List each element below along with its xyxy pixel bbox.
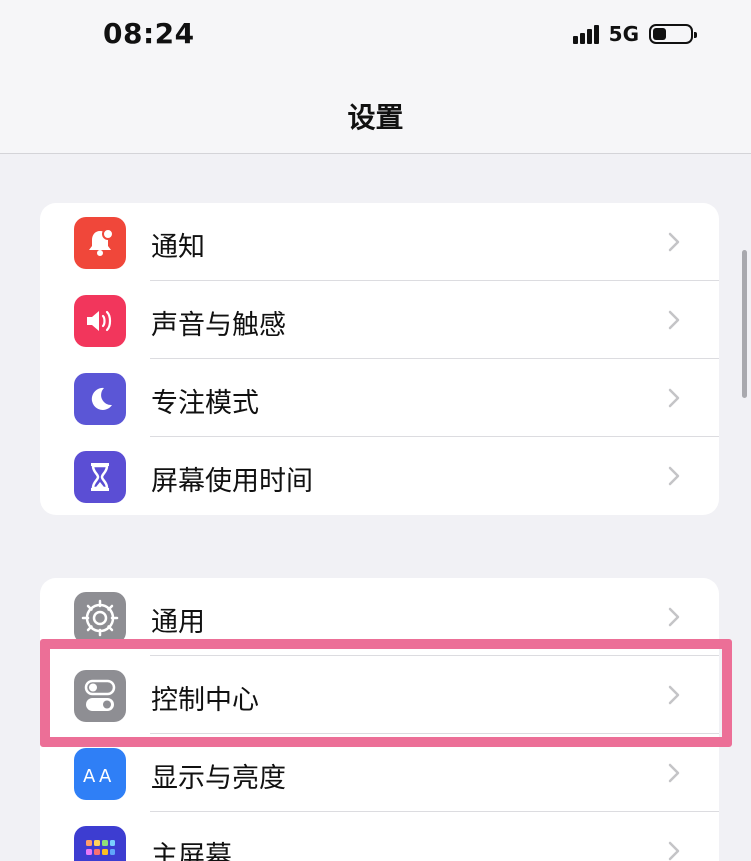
settings-row-display-brightness[interactable]: A A 显示与亮度 xyxy=(40,734,719,812)
settings-row-sounds-haptics[interactable]: 声音与触感 xyxy=(40,281,719,359)
chevron-right-icon xyxy=(668,685,680,705)
text-size-icon: A A xyxy=(74,748,126,800)
hourglass-icon xyxy=(74,451,126,503)
row-label: 通用 xyxy=(151,607,205,638)
battery-fill xyxy=(653,28,666,40)
scroll-indicator[interactable] xyxy=(742,250,747,398)
status-bar: 08:24 5G xyxy=(0,0,751,70)
signal-strength-icon xyxy=(572,24,599,44)
chevron-right-icon xyxy=(668,388,680,408)
notification-icon xyxy=(74,217,126,269)
network-type-label: 5G xyxy=(608,22,639,46)
svg-text:A: A xyxy=(83,766,96,787)
speaker-icon xyxy=(74,295,126,347)
settings-row-notifications[interactable]: 通知 xyxy=(40,203,719,281)
settings-row-screen-time[interactable]: 屏幕使用时间 xyxy=(40,437,719,515)
settings-row-home-screen[interactable]: 主屏幕 xyxy=(40,812,719,861)
svg-text:A: A xyxy=(99,766,112,787)
row-label: 屏幕使用时间 xyxy=(151,466,313,497)
settings-group-2: 通用 控制中心 A A 显示与亮度 主屏幕 xyxy=(40,578,719,861)
row-label: 通知 xyxy=(151,232,205,263)
settings-group-1: 通知 声音与触感 专注模式 屏幕使用时间 xyxy=(40,203,719,515)
toggle-switches-icon xyxy=(74,670,126,722)
row-label: 声音与触感 xyxy=(151,310,286,341)
settings-row-control-center[interactable]: 控制中心 xyxy=(40,656,719,734)
row-label: 专注模式 xyxy=(151,388,259,419)
row-label: 显示与亮度 xyxy=(151,763,286,794)
battery-icon xyxy=(649,24,697,44)
chevron-right-icon xyxy=(668,310,680,330)
settings-row-general[interactable]: 通用 xyxy=(40,578,719,656)
home-screen-icon xyxy=(74,826,126,861)
status-indicators: 5G xyxy=(572,20,697,48)
chevron-right-icon xyxy=(668,841,680,861)
chevron-right-icon xyxy=(668,763,680,783)
status-time: 08:24 xyxy=(103,17,195,50)
row-label: 主屏幕 xyxy=(151,841,232,861)
moon-icon xyxy=(74,373,126,425)
settings-row-focus[interactable]: 专注模式 xyxy=(40,359,719,437)
chevron-right-icon xyxy=(668,232,680,252)
chevron-right-icon xyxy=(668,607,680,627)
chevron-right-icon xyxy=(668,466,680,486)
navigation-bar: 设置 xyxy=(0,70,751,154)
gear-icon xyxy=(74,592,126,644)
page-title: 设置 xyxy=(347,101,404,134)
row-label: 控制中心 xyxy=(151,685,259,716)
